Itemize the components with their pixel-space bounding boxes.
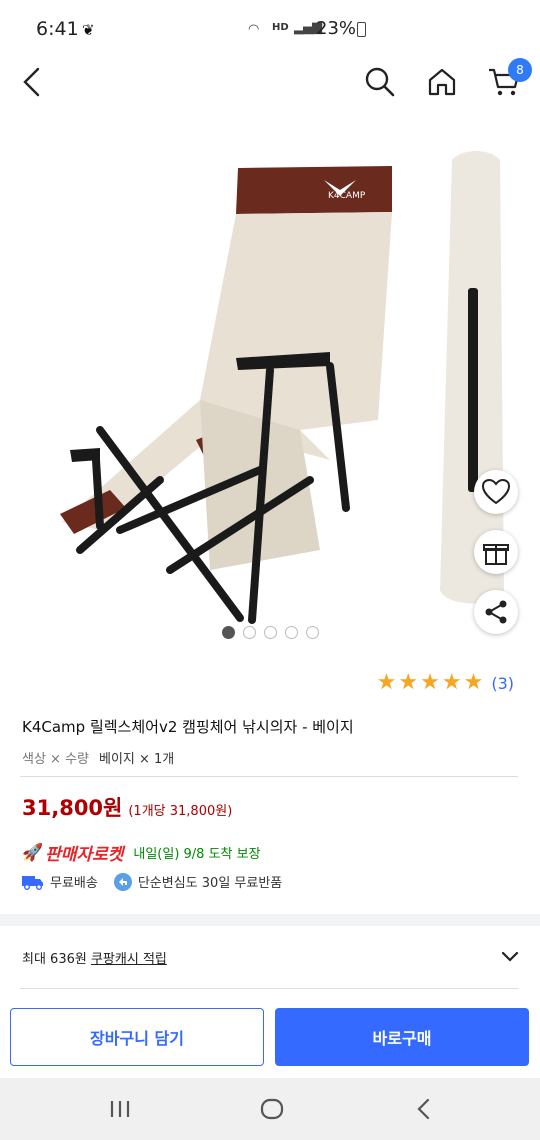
return-icon xyxy=(113,872,132,891)
option-value: 베이지 × 1개 xyxy=(99,752,175,767)
delivery-eta: 내일(일) 9/8 도착 보장 xyxy=(133,847,261,862)
wishlist-button[interactable] xyxy=(474,470,518,514)
home-icon xyxy=(428,68,456,96)
share-icon xyxy=(485,600,507,624)
gallery-pagination xyxy=(0,626,540,639)
buy-now-button[interactable]: 바로구매 xyxy=(275,1008,529,1066)
price-row: 31,800원 (1개당 31,800원) xyxy=(22,792,232,822)
cash-prefix: 최대 636원 xyxy=(22,952,91,967)
rocket-badge: 🚀 판매자로켓 xyxy=(22,840,124,866)
chevron-left-icon xyxy=(23,67,40,97)
product-image: K4CAMP xyxy=(60,151,504,624)
search-button[interactable] xyxy=(358,60,402,104)
home-system-button[interactable] xyxy=(252,1092,292,1126)
back-icon xyxy=(417,1098,430,1120)
cart-count-badge: 8 xyxy=(508,58,532,82)
gift-icon xyxy=(483,544,509,565)
heart-icon xyxy=(481,478,511,505)
network-label: HD xyxy=(272,22,289,33)
option-label: 색상 × 수량 xyxy=(22,752,89,767)
product-rating[interactable]: ★ ★ ★ ★ ★ (3) xyxy=(377,672,514,694)
battery-text: 23% xyxy=(316,18,357,39)
price: 31,800원 xyxy=(22,796,123,820)
recents-icon xyxy=(110,1101,130,1117)
home-circle-icon xyxy=(260,1098,284,1120)
gallery-dot[interactable] xyxy=(305,626,319,639)
free-shipping: 무료배송 xyxy=(22,872,98,891)
review-count[interactable]: (3) xyxy=(491,674,514,693)
star-icon: ★ xyxy=(398,670,419,695)
system-nav-bar xyxy=(0,1078,540,1140)
wifi-icon: ◠ xyxy=(248,22,260,37)
search-icon xyxy=(365,67,395,97)
divider xyxy=(20,776,518,777)
battery-icon xyxy=(357,22,366,37)
unit-price: (1개당 31,800원) xyxy=(128,804,233,819)
product-title: K4Camp 릴렉스체어v2 캠핑체어 낚시의자 - 베이지 xyxy=(22,718,354,736)
gallery-dot[interactable] xyxy=(284,626,298,639)
cta-bar: 장바구니 담기 바로구매 xyxy=(0,998,540,1078)
cash-reward-row[interactable]: 최대 636원 쿠팡캐시 적립 xyxy=(0,926,540,988)
product-image-gallery[interactable]: K4CAMP xyxy=(0,130,540,650)
star-icon: ★ xyxy=(420,670,440,695)
gallery-dot[interactable] xyxy=(221,626,235,639)
status-bar: 6:41 ❦ ◠ HD ▂▄▆ 23% xyxy=(0,0,540,56)
svg-text:K4CAMP: K4CAMP xyxy=(328,191,366,201)
cart-button[interactable]: 8 xyxy=(482,58,532,104)
gallery-dot[interactable] xyxy=(242,626,256,639)
home-button[interactable] xyxy=(420,60,464,104)
rocket-icon: 🚀 xyxy=(22,842,44,863)
chevron-down-icon[interactable] xyxy=(500,946,520,966)
rocket-label: 판매자로켓 xyxy=(45,845,124,865)
back-system-button[interactable] xyxy=(404,1092,444,1126)
cash-link[interactable]: 쿠팡캐시 적립 xyxy=(91,952,167,967)
recents-button[interactable] xyxy=(100,1092,140,1126)
divider xyxy=(20,988,518,989)
back-button[interactable] xyxy=(10,60,54,104)
free-shipping-label: 무료배송 xyxy=(50,876,98,891)
rocket-delivery: 🚀 판매자로켓 내일(일) 9/8 도착 보장 xyxy=(22,840,261,866)
status-time: 6:41 xyxy=(36,18,79,40)
sync-icon: ❦ xyxy=(82,21,95,39)
gallery-dot[interactable] xyxy=(263,626,277,639)
truck-icon xyxy=(22,875,43,890)
option-selector[interactable]: 색상 × 수량 베이지 × 1개 xyxy=(22,748,174,767)
shipping-info: 무료배송 단순변심도 30일 무료반품 xyxy=(22,872,282,891)
top-nav: 8 xyxy=(0,56,540,116)
add-to-cart-button[interactable]: 장바구니 담기 xyxy=(10,1008,264,1066)
star-icon: ★ xyxy=(376,670,397,695)
free-return-label: 단순변심도 30일 무료반품 xyxy=(137,876,283,891)
free-return: 단순변심도 30일 무료반품 xyxy=(113,872,283,891)
star-icon: ★ xyxy=(441,670,462,695)
gift-button[interactable] xyxy=(474,530,518,574)
star-icon: ★ xyxy=(463,670,484,695)
section-separator xyxy=(0,914,540,926)
cash-reward-text: 최대 636원 쿠팡캐시 적립 xyxy=(22,948,167,967)
